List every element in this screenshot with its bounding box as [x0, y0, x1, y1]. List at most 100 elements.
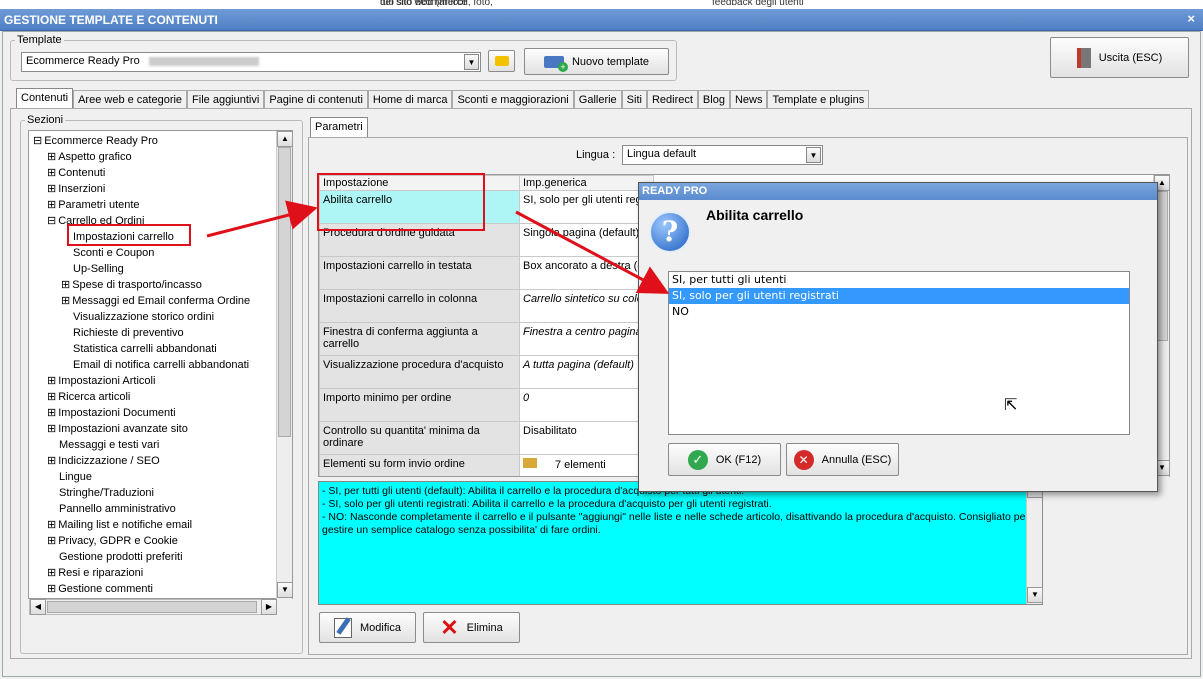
expand-icon[interactable]: ⊞ [47, 407, 56, 419]
options-list[interactable]: SI, per tutti gli utenti SI, solo per gli… [668, 271, 1130, 435]
grid-row[interactable]: Finestra di conferma aggiunta a carrello… [319, 322, 654, 356]
grid-row[interactable]: Importo minimo per ordine 0 [319, 388, 654, 422]
grid-row[interactable]: Elementi su form invio ordine 7 elementi [319, 454, 654, 476]
template-select[interactable]: Ecommerce Ready Pro ▼ [21, 52, 481, 72]
tree-item[interactable]: Up-Selling [61, 261, 124, 277]
option-item[interactable]: NO [669, 304, 1129, 320]
tab-gallerie[interactable]: Gallerie [573, 90, 622, 109]
tree-item[interactable]: ⊞ Privacy, GDPR e Cookie [47, 533, 178, 549]
tree-item[interactable]: ⊞ Gestione commenti [47, 581, 153, 597]
scroll-down-icon[interactable]: ▼ [277, 582, 293, 598]
chevron-down-icon[interactable]: ▼ [806, 147, 821, 163]
expand-icon[interactable]: ⊞ [47, 583, 56, 595]
setting-value[interactable]: Carrello sintetico su colo [519, 289, 654, 323]
tree-item[interactable]: Pannello amministrativo [47, 501, 176, 517]
tab-redirect[interactable]: Redirect [646, 90, 698, 109]
tree-item[interactable]: ⊞ Aspetto grafico [47, 149, 132, 165]
tab-aree-web-e-categorie[interactable]: Aree web e categorie [73, 90, 188, 109]
setting-value[interactable]: Disabilitato [519, 421, 654, 455]
collapse-icon[interactable]: ⊟ [47, 215, 56, 227]
tab-news[interactable]: News [729, 90, 768, 109]
tree-item[interactable]: ⊞ Resi e riparazioni [47, 565, 143, 581]
expand-icon[interactable]: ⊞ [47, 391, 56, 403]
modify-button[interactable]: Modifica [319, 612, 416, 643]
tree-item[interactable]: ⊞ Ricerca articoli [47, 389, 130, 405]
grid-row[interactable]: Visualizzazione procedura d'acquisto A tu… [319, 355, 654, 389]
tree-item[interactable]: ⊟ Ecommerce Ready Pro [33, 133, 158, 149]
expand-icon[interactable]: ⊞ [47, 183, 56, 195]
scroll-thumb[interactable] [278, 147, 291, 437]
tree-item[interactable]: ⊞ Spese di trasporto/incasso [61, 277, 202, 293]
tab-contenuti[interactable]: Contenuti [16, 88, 74, 109]
tab-home-di-marca[interactable]: Home di marca [367, 90, 453, 109]
hscroll-thumb[interactable] [47, 601, 257, 613]
tree-item[interactable]: Sconti e Coupon [61, 245, 154, 261]
tree-item[interactable]: ⊞ Indicizzazione / SEO [47, 453, 160, 469]
tree-item[interactable]: ⊞ Impostazioni avanzate sito [47, 421, 188, 437]
expand-icon[interactable]: ⊞ [47, 455, 56, 467]
sections-tree[interactable]: ⊟ Ecommerce Ready Pro ⊞ Aspetto grafico ⊞ Con… [28, 130, 293, 599]
open-folder-button[interactable] [488, 50, 515, 72]
collapse-icon[interactable]: ⊟ [33, 135, 42, 147]
tab-template-e-plugins[interactable]: Template e plugins [767, 90, 870, 109]
exit-button[interactable]: Uscita (ESC) [1050, 37, 1189, 78]
expand-icon[interactable]: ⊞ [47, 567, 56, 579]
tab-pagine-di-contenuti[interactable]: Pagine di contenuti [264, 90, 368, 109]
expand-icon[interactable]: ⊞ [47, 423, 56, 435]
grid-row[interactable]: Controllo su quantita' minima da ordinar… [319, 421, 654, 455]
expand-icon[interactable]: ⊞ [47, 535, 56, 547]
setting-value[interactable]: Singola pagina (default) [519, 223, 654, 257]
expand-icon[interactable]: ⊞ [61, 279, 70, 291]
tree-item[interactable]: Richieste di preventivo [61, 325, 184, 341]
tree-item[interactable]: Visualizzazione storico ordini [61, 309, 214, 325]
tab-parametri[interactable]: Parametri [310, 117, 368, 137]
setting-value[interactable]: 0 [519, 388, 654, 422]
expand-icon[interactable]: ⊞ [47, 375, 56, 387]
option-item[interactable]: SI, solo per gli utenti registrati [669, 288, 1129, 304]
tree-item[interactable]: ⊞ Impostazioni Articoli [47, 373, 155, 389]
delete-button[interactable]: ✕ Elimina [423, 612, 520, 643]
tree-item[interactable]: Gestione prodotti preferiti [47, 549, 183, 565]
tree-item[interactable]: ⊞ Inserzioni [47, 181, 105, 197]
grid-row[interactable]: Impostazioni carrello in colonna Carrello… [319, 289, 654, 323]
tree-item[interactable]: ⊞ Messaggi ed Email conferma Ordine [61, 293, 250, 309]
expand-icon[interactable]: ⊞ [47, 199, 56, 211]
setting-value[interactable]: Finestra a centro pagina [519, 322, 654, 356]
tree-item[interactable]: Statistica carrelli abbandonati [61, 341, 217, 357]
scroll-up-icon[interactable]: ▲ [277, 131, 293, 147]
setting-value[interactable]: A tutta pagina (default) [519, 355, 654, 389]
grid-row[interactable]: Impostazioni carrello in testata Box anco… [319, 256, 654, 290]
tree-item[interactable]: Messaggi e testi vari [47, 437, 159, 453]
setting-value[interactable]: SI, solo per gli utenti regis [519, 190, 654, 224]
setting-value[interactable]: 7 elementi [519, 454, 654, 476]
scroll-left-icon[interactable]: ◀ [30, 599, 46, 615]
expand-icon[interactable]: ⊞ [61, 295, 70, 307]
tree-item[interactable]: ⊞ Mailing list e notifiche email [47, 517, 192, 533]
tree-item[interactable]: Lingue [47, 469, 92, 485]
chevron-down-icon[interactable]: ▼ [464, 54, 479, 70]
tree-item[interactable]: Stringhe/Traduzioni [47, 485, 154, 501]
language-select[interactable]: Lingua default ▼ [622, 145, 823, 165]
expand-icon[interactable]: ⊞ [47, 167, 56, 179]
cancel-button[interactable]: ✕ Annulla (ESC) [786, 443, 899, 476]
tree-item[interactable]: ⊞ Contenuti [47, 165, 105, 181]
close-icon[interactable]: × [1187, 11, 1195, 26]
tree-item[interactable]: ⊞ Parametri utente [47, 197, 140, 213]
tab-sconti-e-maggiorazioni[interactable]: Sconti e maggiorazioni [452, 90, 574, 109]
expand-icon[interactable]: ⊞ [47, 151, 56, 163]
setting-value[interactable]: Box ancorato a destra (d [519, 256, 654, 290]
tab-file-aggiuntivi[interactable]: File aggiuntivi [187, 90, 265, 109]
option-item[interactable]: SI, per tutti gli utenti [669, 272, 1129, 288]
tree-vertical-scrollbar[interactable]: ▲ ▼ [276, 131, 293, 599]
scroll-right-icon[interactable]: ▶ [261, 599, 277, 615]
tab-blog[interactable]: Blog [697, 90, 730, 109]
scroll-down-icon[interactable]: ▼ [1027, 587, 1043, 603]
expand-icon[interactable]: ⊞ [47, 519, 56, 531]
new-template-button[interactable]: + Nuovo template [524, 48, 669, 75]
tree-item[interactable]: Email di notifica carrelli abbandonati [61, 357, 249, 373]
tab-siti[interactable]: Siti [621, 90, 647, 109]
tree-item[interactable]: ⊞ Impostazioni Documenti [47, 405, 176, 421]
desc-vertical-scrollbar[interactable]: ▲ ▼ [1026, 482, 1043, 604]
tree-horizontal-scrollbar[interactable]: ◀ ▶ [29, 599, 277, 615]
ok-button[interactable]: ✓ OK (F12) [668, 443, 781, 476]
